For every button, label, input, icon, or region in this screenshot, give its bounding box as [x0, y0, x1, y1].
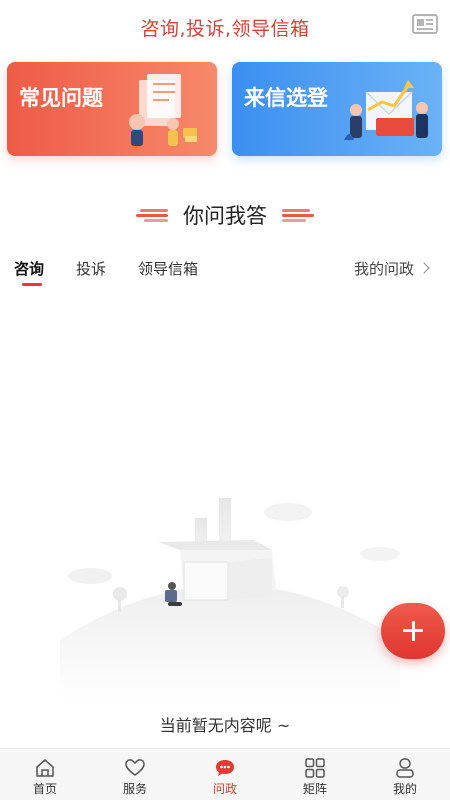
my-inquiries-link[interactable]: 我的问政: [353, 258, 430, 279]
tabbar-item-home[interactable]: 首页: [0, 749, 90, 800]
chat-icon: [216, 760, 234, 776]
my-inquiries-label: 我的问政: [353, 260, 414, 278]
user-icon: [396, 758, 414, 778]
tab-complaint[interactable]: 投诉: [76, 258, 106, 279]
category-tabs: 咨询 投诉 领导信箱 我的问政: [0, 258, 450, 290]
tab-consult[interactable]: 咨询: [14, 258, 44, 279]
faq-illustration-icon: [129, 74, 197, 146]
active-tab-indicator: [22, 283, 42, 286]
section-title: 你问我答: [183, 204, 267, 228]
tabbar-label-matrix: 矩阵: [302, 782, 327, 796]
empty-state-text: 当前暂无内容呢 ~: [159, 716, 291, 735]
bottom-tab-bar: 首页 服务 问政 矩阵 我的: [0, 748, 450, 800]
decoration-right-icon: [282, 209, 315, 222]
heart-icon: [125, 759, 145, 776]
letter-illustration-icon: [344, 80, 428, 140]
grid-icon: [305, 758, 325, 778]
tabbar-item-matrix[interactable]: 矩阵: [270, 749, 360, 800]
empty-state-illustration-icon: [60, 498, 400, 700]
home-icon: [36, 759, 54, 777]
letter-card[interactable]: 来信选登: [232, 62, 442, 156]
section-heading: 你问我答: [0, 200, 450, 232]
news-icon[interactable]: [412, 14, 438, 36]
add-question-button[interactable]: [381, 603, 445, 659]
tabbar-label-home: 首页: [32, 782, 57, 796]
tabbar-label-wenzheng: 问政: [212, 782, 237, 796]
tabbar-item-mine[interactable]: 我的: [360, 749, 450, 800]
faq-card[interactable]: 常见问题: [7, 62, 217, 156]
faq-card-label: 常见问题: [19, 86, 103, 110]
page-title: 咨询,投诉,领导信箱: [140, 18, 310, 40]
letter-card-label: 来信选登: [244, 86, 328, 110]
header: 咨询,投诉,领导信箱: [0, 0, 450, 52]
tabbar-item-service[interactable]: 服务: [90, 749, 180, 800]
tabbar-item-wenzheng[interactable]: 问政: [180, 749, 270, 800]
tabbar-label-service: 服务: [122, 782, 147, 796]
tabbar-label-mine: 我的: [392, 782, 417, 796]
chevron-right-icon: [418, 262, 430, 274]
decoration-left-icon: [135, 209, 168, 222]
tab-leader-mailbox[interactable]: 领导信箱: [138, 258, 198, 279]
